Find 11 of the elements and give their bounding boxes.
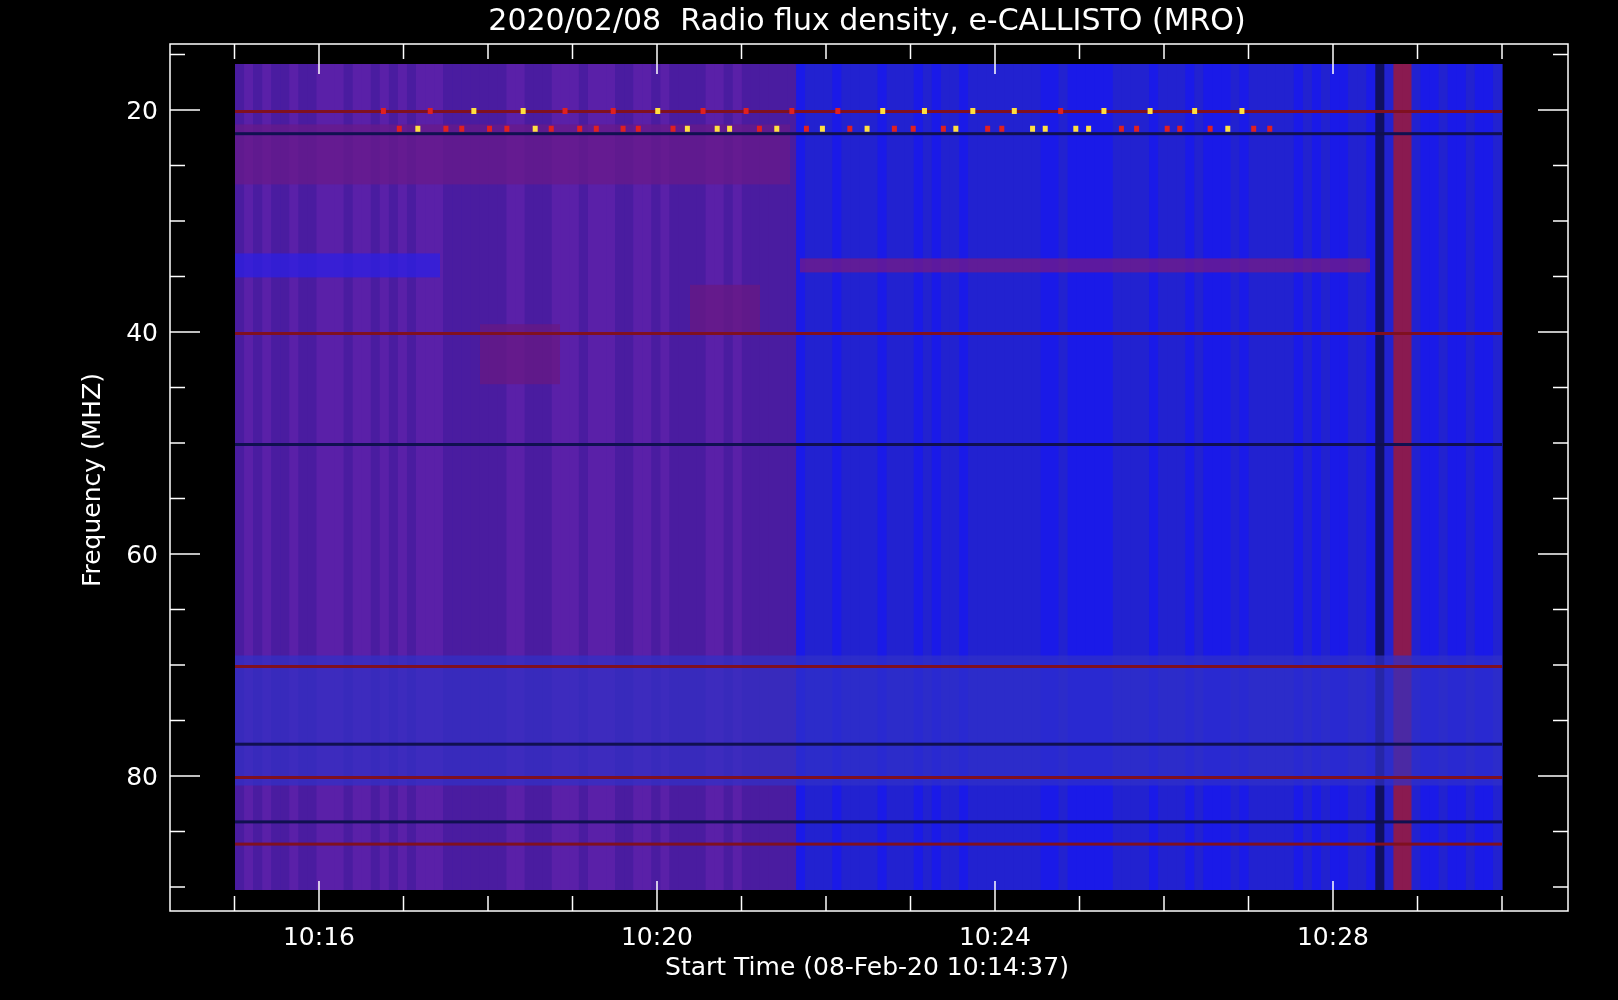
chart-title: 2020/02/08 Radio flux density, e-CALLISTO (MRO) — [488, 2, 1246, 37]
axis-tick-label: 20 — [126, 96, 158, 125]
axis-tick-label: 40 — [126, 318, 158, 347]
axis-tick-label: 10:16 — [283, 922, 355, 951]
axis-tick-label: 10:28 — [1297, 922, 1369, 951]
axis-tick-label: 60 — [126, 540, 158, 569]
axis-tick-label: 10:20 — [621, 922, 693, 951]
axis-tick-label: 80 — [126, 762, 158, 791]
axis-tick-label: 10:24 — [959, 922, 1031, 951]
y-axis-label: Frequency (MHZ) — [77, 372, 106, 588]
x-axis-label: Start Time (08-Feb-20 10:14:37) — [665, 952, 1069, 981]
